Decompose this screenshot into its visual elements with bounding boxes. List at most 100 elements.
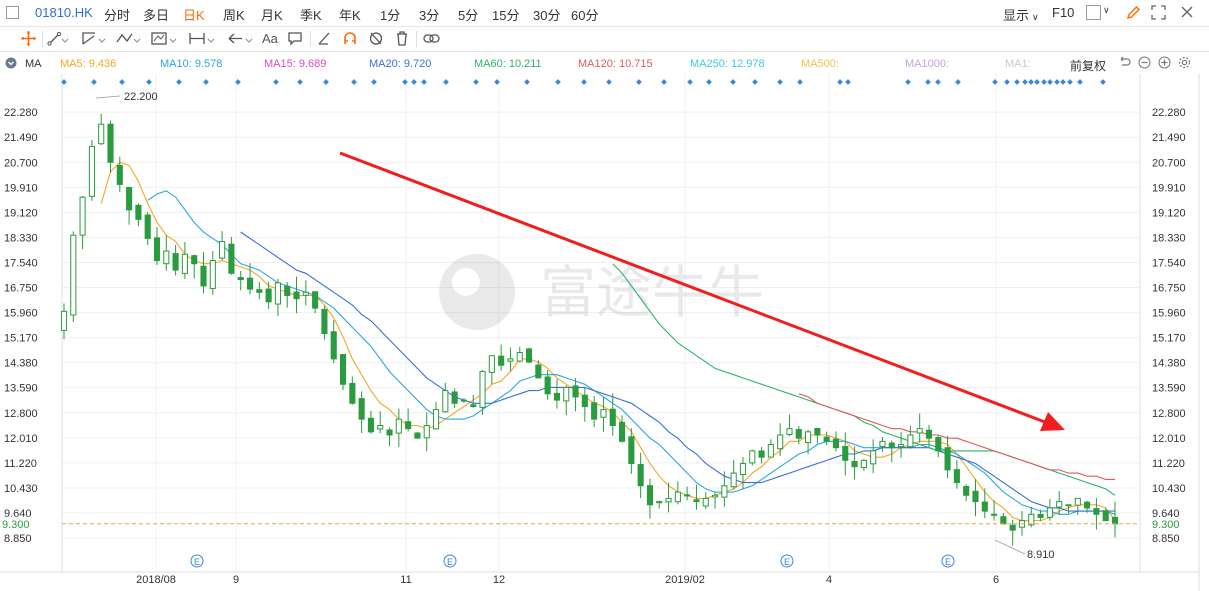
event-diamond[interactable]	[752, 79, 758, 85]
event-diamond[interactable]	[1054, 79, 1060, 85]
f10-button[interactable]: F10	[1052, 5, 1074, 20]
event-diamond[interactable]	[837, 79, 843, 85]
event-diamond[interactable]	[524, 79, 530, 85]
ray-tool-icon[interactable]	[80, 30, 108, 47]
event-diamond[interactable]	[119, 79, 125, 85]
pen-icon[interactable]	[1126, 5, 1141, 23]
fullscreen-icon[interactable]	[1151, 5, 1166, 23]
event-diamond[interactable]	[473, 79, 479, 85]
event-diamond[interactable]	[1041, 79, 1047, 85]
close-icon[interactable]	[1180, 5, 1194, 22]
tab-period-7[interactable]: 1分	[380, 5, 400, 24]
event-diamond[interactable]	[992, 79, 998, 85]
tab-period-9[interactable]: 5分	[458, 5, 478, 24]
candle-body	[144, 214, 151, 239]
event-diamond[interactable]	[1004, 79, 1010, 85]
tab-period-6[interactable]: 年K	[339, 5, 361, 24]
event-diamond[interactable]	[905, 79, 911, 85]
candles	[60, 113, 1119, 546]
arrow-tool-icon[interactable]	[226, 30, 256, 47]
event-diamond[interactable]	[636, 79, 642, 85]
candle-body	[181, 253, 188, 274]
text-tool-icon[interactable]: Aa	[262, 30, 278, 47]
event-diamond[interactable]	[1034, 79, 1040, 85]
candle-body	[888, 442, 895, 449]
rectangle-tool-icon[interactable]	[150, 30, 180, 47]
line-tool-icon[interactable]	[47, 30, 71, 47]
link-icon[interactable]	[422, 30, 442, 47]
y-tick-left: 13.590	[4, 383, 38, 395]
tab-period-8[interactable]: 3分	[419, 5, 439, 24]
event-diamond[interactable]	[421, 79, 427, 85]
event-diamond[interactable]	[1060, 79, 1066, 85]
tab-period-4[interactable]: 月K	[261, 5, 283, 24]
chevron-down-icon[interactable]: ∨	[1103, 5, 1110, 16]
stock-symbol[interactable]: 01810.HK	[35, 5, 93, 20]
candle-body	[823, 436, 830, 442]
tab-period-5[interactable]: 季K	[300, 5, 322, 24]
event-diamond[interactable]	[581, 79, 587, 85]
event-diamond[interactable]	[273, 79, 279, 85]
event-diamond[interactable]	[687, 79, 693, 85]
event-diamond[interactable]	[297, 79, 303, 85]
event-diamond[interactable]	[323, 79, 329, 85]
event-diamond[interactable]	[1100, 79, 1106, 85]
delete-icon[interactable]	[394, 30, 410, 47]
tab-period-3[interactable]: 周K	[223, 5, 245, 24]
candle-body	[377, 424, 384, 430]
comment-icon[interactable]	[287, 30, 303, 47]
candle-body	[237, 277, 244, 281]
event-diamond[interactable]	[1022, 79, 1028, 85]
event-diamond[interactable]	[797, 79, 803, 85]
event-diamond[interactable]	[371, 79, 377, 85]
settings-gear-icon[interactable]	[1178, 56, 1191, 72]
event-diamond[interactable]	[1014, 79, 1020, 85]
measure-tool-icon[interactable]	[188, 30, 218, 47]
tab-period-11[interactable]: 30分	[533, 5, 560, 24]
event-diamond[interactable]	[606, 79, 612, 85]
tab-period-12[interactable]: 60分	[571, 5, 598, 24]
tab-period-2[interactable]: 日K	[183, 5, 205, 24]
event-diamond[interactable]	[777, 79, 783, 85]
tab-period-0[interactable]: 分时	[104, 5, 130, 24]
event-diamond[interactable]	[935, 79, 941, 85]
undo-icon[interactable]	[1118, 56, 1131, 72]
collapse-chevron-icon[interactable]	[5, 57, 17, 72]
magnet-icon[interactable]	[342, 30, 358, 47]
event-diamond[interactable]	[146, 79, 152, 85]
layout-toggle[interactable]	[1086, 5, 1101, 20]
zoom-in-icon[interactable]	[1158, 56, 1171, 72]
event-diamond[interactable]	[1077, 79, 1083, 85]
current-price-tag-left: 9.300	[0, 516, 36, 531]
event-diamond[interactable]	[176, 79, 182, 85]
event-diamond[interactable]	[203, 79, 209, 85]
restore-rights-selector[interactable]: 前复权	[1070, 57, 1106, 74]
event-diamond[interactable]	[661, 79, 667, 85]
event-diamond[interactable]	[351, 79, 357, 85]
hide-drawings-icon[interactable]	[368, 30, 384, 47]
event-diamond[interactable]	[706, 79, 712, 85]
event-diamond[interactable]	[1067, 79, 1073, 85]
candlestick-chart[interactable]: 富途牛牛 22.280 21.490 20.700 19.910 19.120 18.33…	[0, 74, 1209, 591]
tab-period-1[interactable]: 多日	[143, 5, 169, 24]
select-checkbox[interactable]	[6, 6, 19, 19]
crosshair-icon[interactable]	[20, 30, 37, 47]
event-diamond[interactable]	[555, 79, 561, 85]
zoom-out-icon[interactable]	[1138, 56, 1151, 72]
display-dropdown[interactable]: 显示 ∨	[1003, 5, 1039, 24]
wave-tool-icon[interactable]	[115, 30, 143, 47]
brush-icon[interactable]	[316, 30, 332, 47]
event-diamond[interactable]	[955, 79, 961, 85]
event-diamond[interactable]	[91, 79, 97, 85]
event-diamond[interactable]	[411, 79, 417, 85]
event-diamond[interactable]	[845, 79, 851, 85]
event-diamond[interactable]	[402, 79, 408, 85]
y-tick-right: 16.750	[1152, 283, 1186, 295]
event-diamond[interactable]	[925, 79, 931, 85]
tab-period-10[interactable]: 15分	[492, 5, 519, 24]
candle-body	[191, 255, 198, 265]
event-diamond[interactable]	[443, 79, 449, 85]
event-diamond[interactable]	[730, 79, 736, 85]
event-diamond[interactable]	[1047, 79, 1053, 85]
event-diamond[interactable]	[1028, 79, 1034, 85]
